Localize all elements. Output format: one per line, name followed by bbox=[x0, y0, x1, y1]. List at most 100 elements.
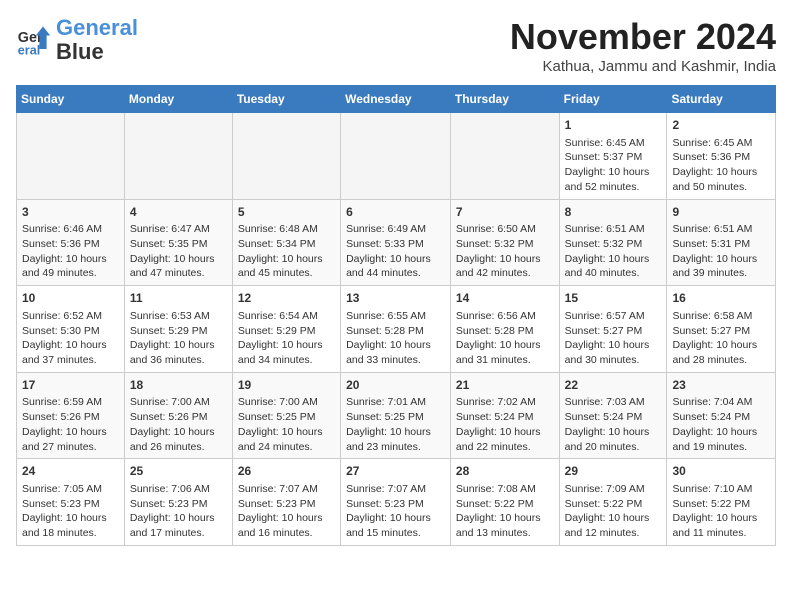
day-number: 7 bbox=[456, 204, 554, 221]
day-info: Sunrise: 7:10 AM Sunset: 5:22 PM Dayligh… bbox=[672, 482, 770, 541]
day-number: 22 bbox=[565, 377, 662, 394]
calendar-cell: 4Sunrise: 6:47 AM Sunset: 5:35 PM Daylig… bbox=[124, 199, 232, 286]
calendar-cell: 2 Sunrise: 6:45 AM Sunset: 5:36 PM Daylig… bbox=[667, 113, 776, 200]
week-row-3: 10Sunrise: 6:52 AM Sunset: 5:30 PM Dayli… bbox=[17, 286, 776, 373]
calendar-cell: 14 Sunrise: 6:56 AM Sunset: 5:28 PM Dayli… bbox=[450, 286, 559, 373]
day-info: Sunrise: 7:05 AM Sunset: 5:23 PM Dayligh… bbox=[22, 482, 119, 541]
day-info: Sunrise: 6:51 AM Sunset: 5:32 PM Dayligh… bbox=[565, 222, 662, 281]
day-number: 18 bbox=[130, 377, 227, 394]
day-number: 24 bbox=[22, 463, 119, 480]
day-number: 17 bbox=[22, 377, 119, 394]
calendar-cell: 30 Sunrise: 7:10 AM Sunset: 5:22 PM Dayli… bbox=[667, 459, 776, 546]
calendar-cell: 21Sunrise: 7:02 AM Sunset: 5:24 PM Dayli… bbox=[450, 372, 559, 459]
day-number: 11 bbox=[130, 290, 227, 307]
week-row-2: 3Sunrise: 6:46 AM Sunset: 5:36 PM Daylig… bbox=[17, 199, 776, 286]
weekday-wednesday: Wednesday bbox=[341, 86, 451, 113]
weekday-header-row: SundayMondayTuesdayWednesdayThursdayFrid… bbox=[17, 86, 776, 113]
svg-text:eral: eral bbox=[18, 44, 40, 58]
day-number: 15 bbox=[565, 290, 662, 307]
weekday-monday: Monday bbox=[124, 86, 232, 113]
day-info: Sunrise: 7:06 AM Sunset: 5:23 PM Dayligh… bbox=[130, 482, 227, 541]
day-info: Sunrise: 6:56 AM Sunset: 5:28 PM Dayligh… bbox=[456, 309, 554, 368]
day-number: 1 bbox=[565, 117, 662, 134]
day-info: Sunrise: 7:04 AM Sunset: 5:24 PM Dayligh… bbox=[672, 395, 770, 454]
calendar-cell: 11 Sunrise: 6:53 AM Sunset: 5:29 PM Dayli… bbox=[124, 286, 232, 373]
calendar-body: 1Sunrise: 6:45 AM Sunset: 5:37 PM Daylig… bbox=[17, 113, 776, 546]
day-number: 23 bbox=[672, 377, 770, 394]
day-number: 21 bbox=[456, 377, 554, 394]
day-number: 4 bbox=[130, 204, 227, 221]
calendar-cell: 3Sunrise: 6:46 AM Sunset: 5:36 PM Daylig… bbox=[17, 199, 125, 286]
day-number: 8 bbox=[565, 204, 662, 221]
calendar-cell: 8Sunrise: 6:51 AM Sunset: 5:32 PM Daylig… bbox=[559, 199, 667, 286]
calendar-cell: 19Sunrise: 7:00 AM Sunset: 5:25 PM Dayli… bbox=[232, 372, 340, 459]
calendar-cell: 13Sunrise: 6:55 AM Sunset: 5:28 PM Dayli… bbox=[341, 286, 451, 373]
day-number: 2 bbox=[672, 117, 770, 134]
day-number: 3 bbox=[22, 204, 119, 221]
day-info: Sunrise: 7:07 AM Sunset: 5:23 PM Dayligh… bbox=[238, 482, 335, 541]
day-info: Sunrise: 6:54 AM Sunset: 5:29 PM Dayligh… bbox=[238, 309, 335, 368]
page-header: Gen eral GeneralBlue November 2024 Kathu… bbox=[16, 16, 776, 75]
calendar-cell: 20Sunrise: 7:01 AM Sunset: 5:25 PM Dayli… bbox=[341, 372, 451, 459]
day-info: Sunrise: 7:03 AM Sunset: 5:24 PM Dayligh… bbox=[565, 395, 662, 454]
week-row-4: 17Sunrise: 6:59 AM Sunset: 5:26 PM Dayli… bbox=[17, 372, 776, 459]
weekday-thursday: Thursday bbox=[450, 86, 559, 113]
calendar-cell: 23Sunrise: 7:04 AM Sunset: 5:24 PM Dayli… bbox=[667, 372, 776, 459]
day-number: 25 bbox=[130, 463, 227, 480]
calendar-cell: 17Sunrise: 6:59 AM Sunset: 5:26 PM Dayli… bbox=[17, 372, 125, 459]
day-number: 19 bbox=[238, 377, 335, 394]
day-number: 20 bbox=[346, 377, 445, 394]
calendar-cell: 27 Sunrise: 7:07 AM Sunset: 5:23 PM Dayli… bbox=[341, 459, 451, 546]
day-number: 9 bbox=[672, 204, 770, 221]
day-info: Sunrise: 6:52 AM Sunset: 5:30 PM Dayligh… bbox=[22, 309, 119, 368]
calendar-cell: 7Sunrise: 6:50 AM Sunset: 5:32 PM Daylig… bbox=[450, 199, 559, 286]
calendar-cell: 25 Sunrise: 7:06 AM Sunset: 5:23 PM Dayli… bbox=[124, 459, 232, 546]
day-info: Sunrise: 7:02 AM Sunset: 5:24 PM Dayligh… bbox=[456, 395, 554, 454]
day-info: Sunrise: 7:00 AM Sunset: 5:26 PM Dayligh… bbox=[130, 395, 227, 454]
calendar-cell: 1Sunrise: 6:45 AM Sunset: 5:37 PM Daylig… bbox=[559, 113, 667, 200]
location: Kathua, Jammu and Kashmir, India bbox=[510, 58, 776, 75]
calendar-cell: 24 Sunrise: 7:05 AM Sunset: 5:23 PM Dayli… bbox=[17, 459, 125, 546]
day-number: 5 bbox=[238, 204, 335, 221]
logo: Gen eral GeneralBlue bbox=[16, 16, 138, 64]
day-info: Sunrise: 6:46 AM Sunset: 5:36 PM Dayligh… bbox=[22, 222, 119, 281]
day-info: Sunrise: 7:07 AM Sunset: 5:23 PM Dayligh… bbox=[346, 482, 445, 541]
day-number: 28 bbox=[456, 463, 554, 480]
calendar-cell bbox=[124, 113, 232, 200]
calendar-cell: 15 Sunrise: 6:57 AM Sunset: 5:27 PM Dayli… bbox=[559, 286, 667, 373]
day-info: Sunrise: 6:47 AM Sunset: 5:35 PM Dayligh… bbox=[130, 222, 227, 281]
day-info: Sunrise: 6:53 AM Sunset: 5:29 PM Dayligh… bbox=[130, 309, 227, 368]
day-info: Sunrise: 6:51 AM Sunset: 5:31 PM Dayligh… bbox=[672, 222, 770, 281]
weekday-sunday: Sunday bbox=[17, 86, 125, 113]
week-row-5: 24 Sunrise: 7:05 AM Sunset: 5:23 PM Dayli… bbox=[17, 459, 776, 546]
day-number: 6 bbox=[346, 204, 445, 221]
calendar-cell: 26Sunrise: 7:07 AM Sunset: 5:23 PM Dayli… bbox=[232, 459, 340, 546]
day-info: Sunrise: 6:55 AM Sunset: 5:28 PM Dayligh… bbox=[346, 309, 445, 368]
day-info: Sunrise: 6:49 AM Sunset: 5:33 PM Dayligh… bbox=[346, 222, 445, 281]
day-number: 29 bbox=[565, 463, 662, 480]
calendar-cell bbox=[341, 113, 451, 200]
day-info: Sunrise: 6:48 AM Sunset: 5:34 PM Dayligh… bbox=[238, 222, 335, 281]
day-info: Sunrise: 6:45 AM Sunset: 5:36 PM Dayligh… bbox=[672, 136, 770, 195]
calendar-cell bbox=[17, 113, 125, 200]
day-info: Sunrise: 6:59 AM Sunset: 5:26 PM Dayligh… bbox=[22, 395, 119, 454]
calendar-table: SundayMondayTuesdayWednesdayThursdayFrid… bbox=[16, 85, 776, 546]
weekday-friday: Friday bbox=[559, 86, 667, 113]
calendar-cell: 9Sunrise: 6:51 AM Sunset: 5:31 PM Daylig… bbox=[667, 199, 776, 286]
weekday-saturday: Saturday bbox=[667, 86, 776, 113]
day-number: 14 bbox=[456, 290, 554, 307]
day-number: 30 bbox=[672, 463, 770, 480]
calendar-cell: 12 Sunrise: 6:54 AM Sunset: 5:29 PM Dayli… bbox=[232, 286, 340, 373]
logo-icon: Gen eral bbox=[16, 22, 52, 58]
day-number: 27 bbox=[346, 463, 445, 480]
calendar-cell: 6Sunrise: 6:49 AM Sunset: 5:33 PM Daylig… bbox=[341, 199, 451, 286]
calendar-cell: 22Sunrise: 7:03 AM Sunset: 5:24 PM Dayli… bbox=[559, 372, 667, 459]
calendar-cell: 5Sunrise: 6:48 AM Sunset: 5:34 PM Daylig… bbox=[232, 199, 340, 286]
calendar-cell: 29Sunrise: 7:09 AM Sunset: 5:22 PM Dayli… bbox=[559, 459, 667, 546]
day-number: 16 bbox=[672, 290, 770, 307]
month-title: November 2024 bbox=[510, 16, 776, 58]
day-number: 12 bbox=[238, 290, 335, 307]
calendar-cell bbox=[450, 113, 559, 200]
weekday-tuesday: Tuesday bbox=[232, 86, 340, 113]
day-info: Sunrise: 6:57 AM Sunset: 5:27 PM Dayligh… bbox=[565, 309, 662, 368]
